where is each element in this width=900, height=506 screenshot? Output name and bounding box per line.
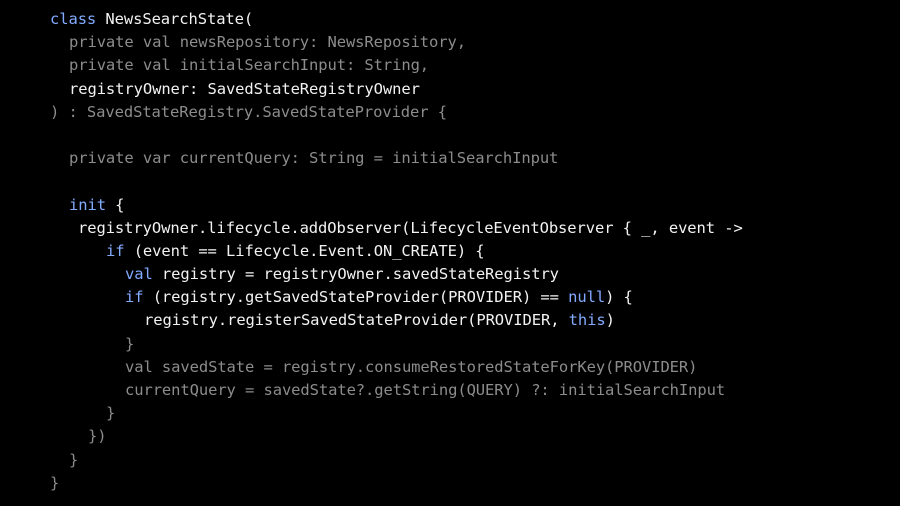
code-token: registry = registryOwner.savedStateRegis… <box>152 265 559 284</box>
code-token: private var currentQuery: String = initi… <box>69 149 559 168</box>
code-keyword: this <box>568 311 606 330</box>
code-line: private val initialSearchInput: String, <box>0 54 900 77</box>
code-line: } <box>0 402 900 425</box>
code-token: ) : SavedStateRegistry.SavedStateProvide… <box>50 102 447 121</box>
code-line: } <box>0 333 900 356</box>
code-keyword: init <box>69 195 106 214</box>
code-line: private var currentQuery: String = initi… <box>0 147 900 170</box>
code-line: if (event == Lifecycle.Event.ON_CREATE) … <box>0 240 900 263</box>
code-line: ) : SavedStateRegistry.SavedStateProvide… <box>0 101 900 124</box>
code-token: val savedState = registry.consumeRestore… <box>125 357 698 376</box>
code-line: if (registry.getSavedStateProvider(PROVI… <box>0 286 900 309</box>
code-token: private val newsRepository: NewsReposito… <box>69 33 466 52</box>
code-editor: class NewsSearchState( private val newsRe… <box>0 8 900 495</box>
code-token: (registry.getSavedStateProvider(PROVIDER… <box>143 288 569 307</box>
code-keyword: null <box>568 288 606 307</box>
code-token: registry.registerSavedStateProvider(PROV… <box>144 311 569 330</box>
code-line: } <box>0 472 900 495</box>
code-line: currentQuery = savedState?.getString(QUE… <box>0 379 900 402</box>
code-token: (event == Lifecycle.Event.ON_CREATE) { <box>124 241 485 260</box>
code-line: class NewsSearchState( <box>0 8 900 31</box>
code-keyword: val <box>125 265 153 284</box>
code-token: { <box>105 195 125 214</box>
code-line: private val newsRepository: NewsReposito… <box>0 31 900 54</box>
code-token: }) <box>88 427 107 446</box>
code-keyword: class <box>50 10 106 28</box>
code-line: }) <box>0 425 900 448</box>
code-line: registryOwner.lifecycle.addObserver(Life… <box>0 217 900 240</box>
code-line: val savedState = registry.consumeRestore… <box>0 356 900 379</box>
code-line: registry.registerSavedStateProvider(PROV… <box>0 309 900 332</box>
code-token: } <box>106 404 116 423</box>
code-token: ) <box>605 311 615 330</box>
code-token: registryOwner: SavedStateRegistryOwner <box>69 79 420 98</box>
code-line: } <box>0 449 900 472</box>
code-line: val registry = registryOwner.savedStateR… <box>0 263 900 286</box>
code-line: init { <box>0 194 900 217</box>
code-token: } <box>69 450 79 469</box>
code-token: currentQuery = savedState?.getString(QUE… <box>125 381 726 399</box>
code-token: NewsSearchState( <box>105 10 254 28</box>
code-token: private val initialSearchInput: String, <box>69 56 430 75</box>
code-token: ) { <box>605 288 633 307</box>
code-token: } <box>125 334 135 353</box>
code-keyword: if <box>125 288 144 307</box>
code-token: registryOwner.lifecycle.addObserver(Life… <box>78 218 743 237</box>
code-token: } <box>50 473 60 492</box>
code-keyword: if <box>106 241 125 260</box>
code-line: registryOwner: SavedStateRegistryOwner <box>0 78 900 101</box>
